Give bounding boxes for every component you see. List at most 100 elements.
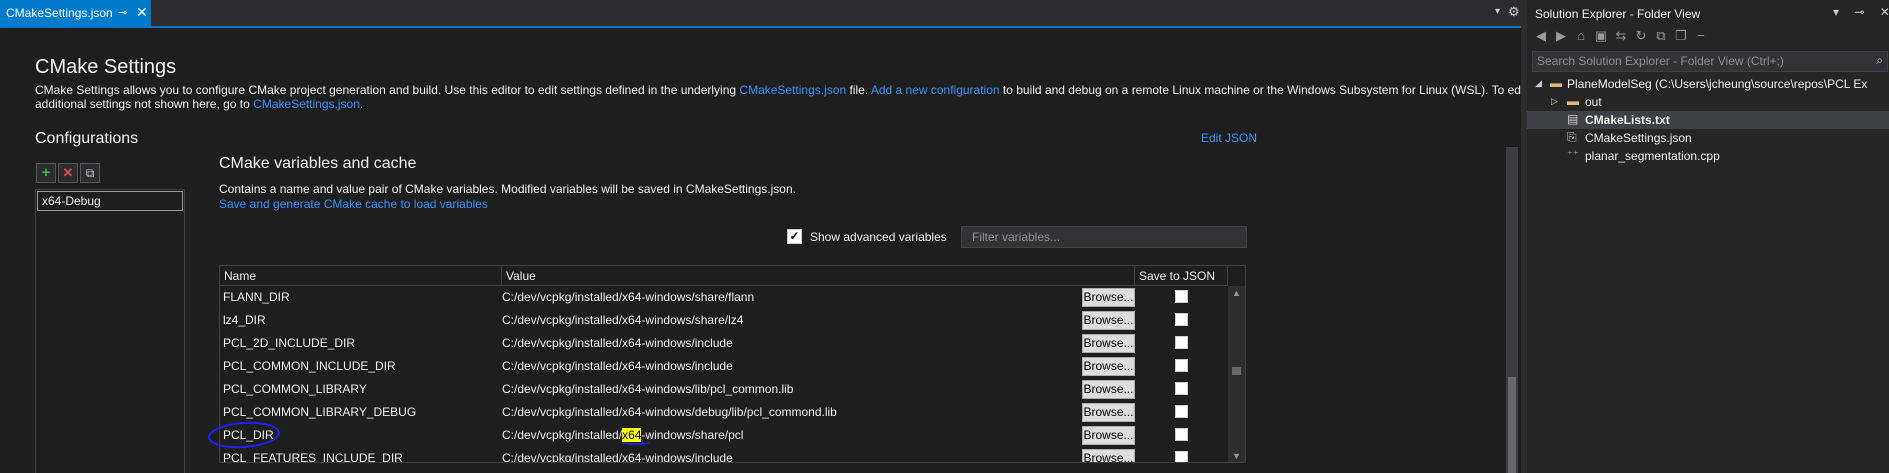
solution-explorer-search-input[interactable]: Search Solution Explorer - Folder View (… <box>1532 51 1888 72</box>
variable-name[interactable]: FLANN_DIR <box>223 290 290 304</box>
switch-views-icon[interactable]: ▣ <box>1591 28 1611 44</box>
column-header-name[interactable]: Name <box>220 266 502 286</box>
back-icon[interactable]: ◀ <box>1531 28 1551 44</box>
cmakesettings-json-link[interactable]: CMakeSettings.json <box>739 83 846 97</box>
collapse-all-icon[interactable]: ⧉ <box>1651 28 1671 44</box>
tab-dropdown-icon[interactable]: ▾ <box>1495 6 1500 17</box>
variable-value[interactable]: C:/dev/vcpkg/installed/x64-windows/share… <box>502 313 743 327</box>
editor-scrollbar[interactable] <box>1506 147 1518 473</box>
save-to-json-checkbox[interactable] <box>1175 428 1188 441</box>
edit-json-link[interactable]: Edit JSON <box>1201 131 1257 145</box>
save-to-json-checkbox[interactable] <box>1175 382 1188 395</box>
save-to-json-checkbox[interactable] <box>1175 336 1188 349</box>
copy-configuration-icon[interactable]: ⧉ <box>80 163 100 183</box>
variables-title: CMake variables and cache <box>219 155 417 172</box>
browse-button[interactable]: Browse... <box>1082 288 1135 307</box>
document-tab-strip: CMakeSettings.json ⊸ ✕ ▾ ⚙ <box>0 0 1521 28</box>
browse-button[interactable]: Browse... <box>1082 311 1135 330</box>
search-icon[interactable]: ⌕ <box>1876 53 1883 68</box>
sync-icon[interactable]: ⇆ <box>1611 28 1631 44</box>
scroll-down-icon[interactable]: ▼ <box>1232 451 1241 461</box>
variable-name[interactable]: PCL_COMMON_LIBRARY <box>223 382 367 396</box>
tree-root-planemodelseg[interactable]: ◢ ▬ PlaneModelSeg (C:\Users\jcheung\sour… <box>1527 75 1889 93</box>
browse-button[interactable]: Browse... <box>1082 380 1135 399</box>
forward-icon[interactable]: ▶ <box>1551 28 1571 44</box>
tree-item-cmakesettings[interactable]: ⎘ CMakeSettings.json <box>1527 129 1889 147</box>
panel-window-icons[interactable]: ▾ ⊸ ✕ <box>1833 5 1889 19</box>
filter-variables-input[interactable] <box>961 226 1247 248</box>
variable-name[interactable]: PCL_COMMON_LIBRARY_DEBUG <box>223 405 416 419</box>
cmakesettings-json-link-2[interactable]: CMakeSettings.json <box>253 97 360 111</box>
save-to-json-checkbox[interactable] <box>1175 405 1188 418</box>
editor-scroll-thumb[interactable] <box>1508 377 1516 473</box>
variable-name[interactable]: PCL_COMMON_INCLUDE_DIR <box>223 359 396 373</box>
remove-configuration-icon[interactable]: ✕ <box>58 163 78 183</box>
tree-item-out[interactable]: ▷ ▬ out <box>1527 93 1889 111</box>
page-description-line1: CMake Settings allows you to configure C… <box>35 83 1527 97</box>
add-configuration-link[interactable]: Add a new configuration <box>871 83 1000 97</box>
scroll-up-icon[interactable]: ▲ <box>1232 288 1241 298</box>
home-icon[interactable]: ⌂ <box>1571 28 1591 43</box>
variables-description: Contains a name and value pair of CMake … <box>219 182 796 196</box>
scroll-thumb[interactable] <box>1232 367 1241 375</box>
expanded-arrow-icon[interactable]: ◢ <box>1535 78 1542 89</box>
variable-value[interactable]: C:/dev/vcpkg/installed/x64-windows/debug… <box>502 405 837 419</box>
table-row: PCL_COMMON_LIBRARY_DEBUG C:/dev/vcpkg/in… <box>220 401 1228 424</box>
tree-item-planar-segmentation[interactable]: ⁺⁺ planar_segmentation.cpp <box>1527 147 1889 165</box>
tab-label: CMakeSettings.json <box>6 6 113 20</box>
tree-item-cmakelists[interactable]: ▤ CMakeLists.txt <box>1527 111 1889 129</box>
tree-item-label: CMakeSettings.json <box>1585 131 1692 145</box>
collapsed-arrow-icon[interactable]: ▷ <box>1551 96 1558 107</box>
variable-value[interactable]: C:/dev/vcpkg/installed/x64-windows/inclu… <box>502 359 733 373</box>
desc-text: file. <box>846 83 871 97</box>
column-header-value[interactable]: Value <box>502 266 1135 286</box>
folder-icon: ▬ <box>1567 94 1579 108</box>
cpp-file-icon: ⁺⁺ <box>1567 149 1579 161</box>
add-configuration-icon[interactable]: + <box>36 163 56 183</box>
browse-button[interactable]: Browse... <box>1082 357 1135 376</box>
save-generate-cache-link[interactable]: Save and generate CMake cache to load va… <box>219 197 488 211</box>
pin-icon[interactable]: ⊸ <box>118 6 127 19</box>
browse-button[interactable]: Browse... <box>1082 426 1135 445</box>
tree-item-label: out <box>1585 95 1602 109</box>
save-to-json-checkbox[interactable] <box>1175 313 1188 326</box>
close-icon[interactable]: ✕ <box>136 4 148 21</box>
properties-icon[interactable]: − <box>1691 28 1711 43</box>
page-title: CMake Settings <box>35 56 177 78</box>
json-file-icon: ⎘ <box>1567 130 1577 144</box>
table-row: lz4_DIR C:/dev/vcpkg/installed/x64-windo… <box>220 309 1228 332</box>
browse-button[interactable]: Browse... <box>1082 449 1135 462</box>
desc-text: CMake Settings allows you to configure C… <box>35 83 740 97</box>
grid-scrollbar[interactable]: ▲ ▼ <box>1228 286 1245 462</box>
configurations-toolbar: + ✕ ⧉ <box>36 163 102 183</box>
solution-explorer-panel: Solution Explorer - Folder View ▾ ⊸ ✕ ◀▶… <box>1527 0 1889 473</box>
tab-cmakesettings-json[interactable]: CMakeSettings.json ⊸ ✕ <box>0 0 151 28</box>
desc-text: . <box>359 97 364 111</box>
save-to-json-checkbox[interactable] <box>1175 451 1188 462</box>
gear-icon[interactable]: ⚙ <box>1508 4 1520 20</box>
save-to-json-checkbox[interactable] <box>1175 359 1188 372</box>
folder-icon: ▬ <box>1550 76 1562 90</box>
show-all-files-icon[interactable]: ❐ <box>1671 28 1691 44</box>
tree-item-label: PlaneModelSeg (C:\Users\jcheung\source\r… <box>1567 77 1868 91</box>
desc-text: to build and debug on a remote Linux mac… <box>999 83 1527 97</box>
variable-value[interactable]: C:/dev/vcpkg/installed/x64-windows/inclu… <box>502 336 733 350</box>
variable-value[interactable]: C:/dev/vcpkg/installed/x64-windows/share… <box>502 290 754 304</box>
browse-button[interactable]: Browse... <box>1082 334 1135 353</box>
table-row: PCL_COMMON_LIBRARY C:/dev/vcpkg/installe… <box>220 378 1228 401</box>
variable-value[interactable]: C:/dev/vcpkg/installed/x64-windows/inclu… <box>502 451 733 462</box>
save-to-json-checkbox[interactable] <box>1175 290 1188 303</box>
column-header-save[interactable]: Save to JSON <box>1135 266 1228 286</box>
configuration-item-x64-debug[interactable]: x64-Debug <box>37 191 183 211</box>
variable-name[interactable]: PCL_FEATURES_INCLUDE_DIR <box>223 451 403 462</box>
table-row: PCL_COMMON_INCLUDE_DIR C:/dev/vcpkg/inst… <box>220 355 1228 378</box>
show-advanced-checkbox[interactable]: ✓ <box>787 229 802 244</box>
refresh-icon[interactable]: ↻ <box>1631 28 1651 44</box>
variable-name[interactable]: lz4_DIR <box>223 313 266 327</box>
tree-item-label: planar_segmentation.cpp <box>1585 149 1720 163</box>
variable-value[interactable]: C:/dev/vcpkg/installed/x64-windows/lib/p… <box>502 382 793 396</box>
variable-name[interactable]: PCL_2D_INCLUDE_DIR <box>223 336 355 350</box>
table-row: FLANN_DIR C:/dev/vcpkg/installed/x64-win… <box>220 286 1228 309</box>
browse-button[interactable]: Browse... <box>1082 403 1135 422</box>
grid-header: Name Value Save to JSON <box>220 266 1228 286</box>
